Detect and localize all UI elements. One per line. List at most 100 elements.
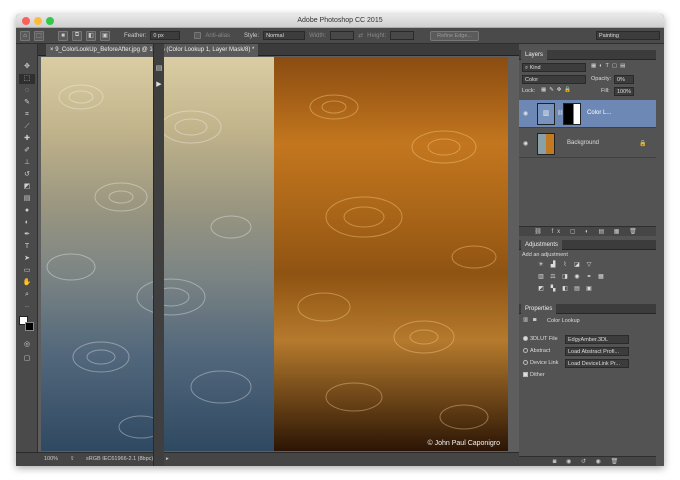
device-link-radio[interactable]: Device Link [523,360,558,366]
3dlut-select[interactable]: EdgyAmber.3DL [565,335,629,344]
zoom-window-button[interactable] [46,17,54,25]
dither-row: Dither [519,370,656,380]
brush-tool-icon[interactable]: ✐ [19,146,35,156]
after-ripples-graphic [297,94,497,430]
layer-name[interactable]: Color L... [587,110,611,116]
healing-tool-icon[interactable]: ✚ [19,134,35,144]
subtract-selection-icon[interactable]: ◧ [86,30,96,41]
abstract-select[interactable]: Load Abstract Profi... [565,347,629,356]
layer-kind-filter[interactable]: ⌕ Kind [522,63,586,72]
marquee-tool-icon[interactable]: ⬚ [19,74,35,84]
minimize-window-button[interactable] [34,17,42,25]
stamp-tool-icon[interactable]: ⊥ [19,158,35,168]
move-tool-icon[interactable]: ✥ [19,62,35,72]
status-menu-icon[interactable]: ▸ [166,453,169,466]
style-label: Style: [244,32,260,39]
dither-label: Dither [530,372,545,378]
abstract-radio[interactable]: Abstract [523,348,550,354]
style-select[interactable]: Normal [263,31,306,40]
zoom-tool-icon[interactable]: ⌕ [19,290,35,300]
actions-panel-icon[interactable]: ▶ [155,80,163,88]
lock-icons[interactable]: ▦✎✥🔒 [541,87,574,93]
hue-saturation-icon[interactable]: ▥ [537,274,545,281]
layer-action-icons[interactable]: ⛓ fx ▢ ◐ ▤ ▦ 🗑 [534,229,641,235]
channel-mixer-icon[interactable]: ⚭ [585,274,593,281]
canvas-area[interactable]: © John Paul Caponigro [38,56,519,452]
refine-edge-button[interactable]: Refine Edge... [430,30,479,41]
screen-mode-icon[interactable]: ▢ [19,354,35,364]
lasso-tool-icon[interactable]: ◌ [19,86,35,96]
eraser-tool-icon[interactable]: ◩ [19,182,35,192]
fill-input[interactable]: 100% [614,87,634,96]
color-lookup-icon[interactable]: ▦ [597,274,605,281]
tab-layers[interactable]: Layers [521,50,548,60]
gradient-map-icon[interactable]: ▤ [573,286,581,293]
share-icon[interactable]: ⇪ [70,453,75,466]
layer-mask-thumbnail[interactable] [563,103,581,125]
filter-type-icons[interactable]: ▦◐T▢▤ [591,63,628,69]
home-icon[interactable]: ⌂ [20,30,30,41]
workspace-select[interactable]: Painting [596,31,660,40]
dodge-tool-icon[interactable]: ◐ [19,218,35,228]
feather-input[interactable]: 0 px [150,31,181,40]
close-window-button[interactable] [22,17,30,25]
zoom-level[interactable]: 100% [44,453,58,466]
invert-icon[interactable]: ◩ [537,286,545,293]
crop-tool-icon[interactable]: ⌗ [19,110,35,120]
tab-properties[interactable]: Properties [521,304,557,314]
blend-mode-select[interactable]: Color [522,75,586,84]
layer-name[interactable]: Background [567,140,599,146]
marquee-preset-icon[interactable]: ⬚ [34,30,44,41]
photo-filter-icon[interactable]: ◉ [573,274,581,281]
close-tab-icon[interactable]: × [50,47,54,53]
opacity-input[interactable]: 0% [614,75,634,84]
pen-tool-icon[interactable]: ✒ [19,230,35,240]
shape-tool-icon[interactable]: ▭ [19,266,35,276]
properties-action-icons[interactable]: ◙ ◉ ↺ ◉ 🗑 [553,459,622,465]
eyedropper-tool-icon[interactable]: ⟋ [19,122,35,132]
visibility-eye-icon[interactable]: ◉ [523,110,528,117]
blur-tool-icon[interactable]: ● [19,206,35,216]
antialias-checkbox[interactable] [194,32,202,39]
vibrance-icon[interactable]: ▽ [585,262,593,269]
device-link-select[interactable]: Load DeviceLink Pr... [565,359,629,368]
layers-panel-header: Layers [519,50,656,60]
properties-title: Color Lookup [547,318,580,324]
width-input[interactable] [330,31,355,40]
option-abstract: Abstract Load Abstract Profi... [519,346,656,356]
layers-bottom-toolbar: ⛓ fx ▢ ◐ ▤ ▦ 🗑 [519,226,656,236]
path-select-tool-icon[interactable]: ➤ [19,254,35,264]
layer-row-background[interactable]: ◉ Background 🔒 [519,130,656,158]
background-color-swatch[interactable] [25,322,34,331]
collapsed-panel-strip: ▤ ▶ [153,44,164,466]
gradient-tool-icon[interactable]: ▤ [19,194,35,204]
hand-tool-icon[interactable]: ✋ [19,278,35,288]
selective-color-icon[interactable]: ▣ [585,286,593,293]
more-tools-icon[interactable]: ··· [19,302,35,312]
color-balance-icon[interactable]: ⚖ [549,274,557,281]
quick-mask-icon[interactable]: ◎ [19,340,35,350]
swap-icon[interactable]: ⇄ [358,32,363,39]
posterize-icon[interactable]: ▚ [549,286,557,293]
height-input[interactable] [390,31,415,40]
black-white-icon[interactable]: ◨ [561,274,569,281]
history-brush-tool-icon[interactable]: ↺ [19,170,35,180]
threshold-icon[interactable]: ◧ [561,286,569,293]
add-selection-icon[interactable]: ⧉ [72,30,82,41]
mask-icon[interactable]: ◙ [533,317,536,323]
curves-icon[interactable]: ⌇ [561,262,569,269]
tab-adjustments[interactable]: Adjustments [521,240,563,250]
intersect-selection-icon[interactable]: ▣ [100,30,110,41]
levels-icon[interactable]: ▟ [549,262,557,269]
exposure-icon[interactable]: ◪ [573,262,581,269]
history-panel-icon[interactable]: ▤ [155,64,163,72]
visibility-eye-icon[interactable]: ◉ [523,140,528,147]
quick-select-tool-icon[interactable]: ✎ [19,98,35,108]
new-selection-icon[interactable]: ■ [58,30,68,41]
3dlut-radio[interactable]: 3DLUT File [523,336,558,342]
brightness-icon[interactable]: ☀ [537,262,545,269]
dither-checkbox[interactable]: Dither [523,372,545,378]
layers-blend-row: Color Opacity: 0% [519,74,656,84]
type-tool-icon[interactable]: T [19,242,35,252]
layer-row-color-lookup[interactable]: ◉ ▥ ⛓ Color L... [519,100,656,128]
